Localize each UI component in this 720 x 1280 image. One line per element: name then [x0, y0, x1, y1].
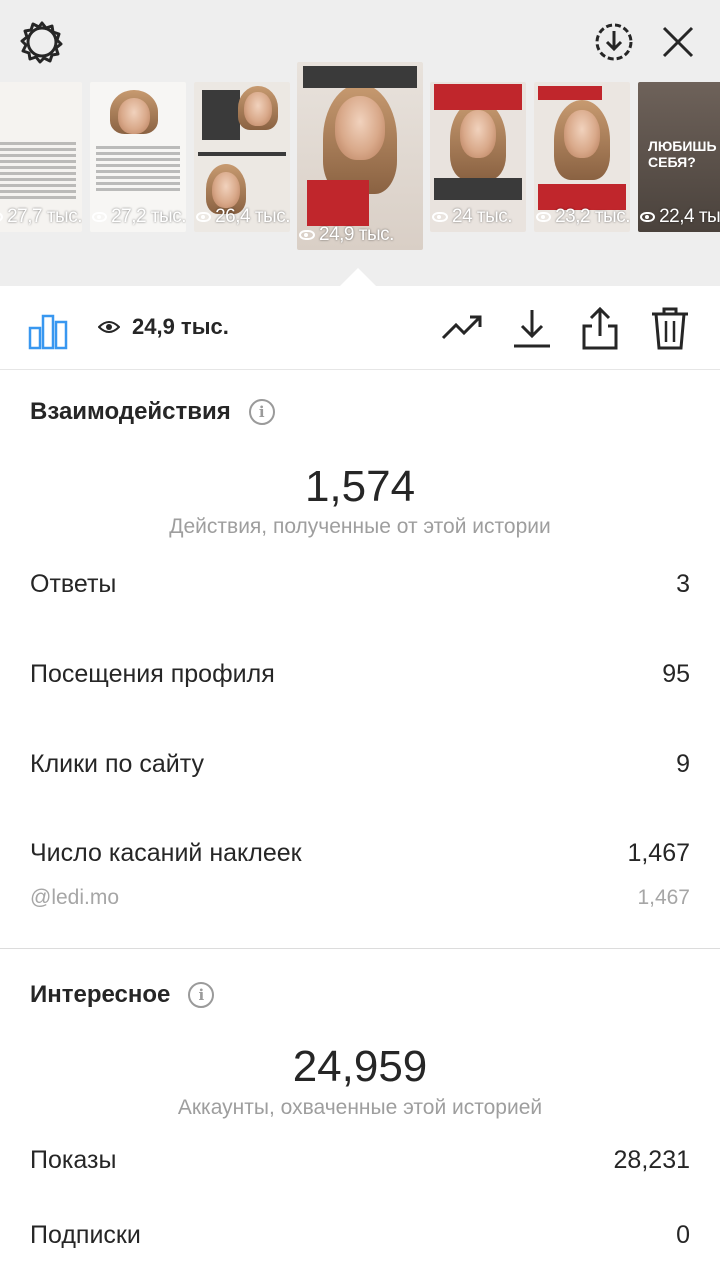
gear-icon[interactable] — [18, 18, 66, 66]
trash-icon[interactable] — [648, 306, 692, 350]
story-views: 24 тыс. — [430, 206, 526, 228]
info-icon[interactable]: i — [248, 399, 275, 425]
interactions-title: Взаимодействия — [30, 398, 231, 425]
discovery-total: 24,959 — [292, 1042, 428, 1091]
story-thumbnail[interactable]: 23,2 тыс. — [534, 82, 630, 232]
story-strip[interactable]: 27,7 тыс. 27,2 тыс. 26,4 тыс. 24,9 тыс. — [0, 62, 720, 262]
story-headline — [538, 86, 602, 100]
story-headline — [303, 66, 417, 88]
story-views-value: 26,4 тыс. — [215, 206, 290, 227]
action-bar: 24,9 тыс. — [0, 286, 720, 370]
views-count: 24,9 тыс. — [132, 314, 229, 339]
story-views: 24,9 тыс. — [297, 224, 423, 246]
stat-row-replies: Ответы 3 — [30, 570, 690, 599]
story-headline — [434, 84, 522, 110]
story-thumbnail[interactable]: 24 тыс. — [430, 82, 526, 232]
stat-label: Показы — [30, 1146, 117, 1174]
stat-value: 0 — [676, 1221, 690, 1249]
story-views: 22,4 тыс. — [638, 206, 720, 228]
discovery-header: Интересное i — [30, 981, 215, 1009]
stat-value: 28,231 — [613, 1146, 690, 1174]
story-thumbnail-selected[interactable]: 24,9 тыс. — [297, 62, 423, 250]
selection-pointer — [340, 268, 376, 286]
eye-icon — [92, 212, 108, 222]
section-divider — [0, 948, 720, 949]
info-icon[interactable]: i — [188, 982, 215, 1008]
stat-label: Посещения профиля — [30, 660, 275, 688]
stat-label: Клики по сайту — [30, 750, 204, 778]
trending-icon[interactable] — [440, 306, 484, 350]
story-views-value: 22,4 тыс. — [659, 206, 720, 227]
story-views: 26,4 тыс. — [194, 206, 290, 228]
eye-icon — [98, 321, 120, 333]
story-caption — [307, 180, 369, 226]
story-thumbnail[interactable]: 27,7 тыс. — [0, 82, 82, 232]
eye-icon — [536, 212, 552, 222]
story-views: 23,2 тыс. — [534, 206, 630, 228]
interactions-total: 1,574 — [304, 462, 416, 511]
interactions-caption: Действия, полученные от этой истории — [169, 515, 551, 538]
story-views-value: 27,7 тыс. — [7, 206, 82, 227]
bar-chart-icon[interactable] — [26, 306, 70, 350]
eye-icon — [640, 212, 656, 222]
stat-label: Ответы — [30, 570, 117, 598]
stat-value: 3 — [676, 570, 690, 598]
stat-row-follows: Подписки 0 — [30, 1221, 690, 1250]
stat-row-sticker-taps: Число касаний наклеек 1,467 — [30, 839, 690, 868]
stat-value: 95 — [662, 660, 690, 688]
story-views-value: 24,9 тыс. — [319, 224, 394, 245]
story-views: 27,2 тыс. — [90, 206, 186, 228]
story-headline: ЛЮБИШЬ СЕБЯ? — [648, 138, 717, 170]
stat-label: Подписки — [30, 1221, 141, 1249]
stat-row-profile-visits: Посещения профиля 95 — [30, 660, 690, 689]
story-views-value: 24 тыс. — [452, 206, 513, 227]
story-thumbnail[interactable]: ЛЮБИШЬСЕБЯ? 22,4 тыс. — [638, 82, 720, 232]
stat-row-website-clicks: Клики по сайту 9 — [30, 750, 690, 779]
stat-value: 9 — [676, 750, 690, 778]
sticker-label: @ledi.mo — [30, 886, 120, 909]
story-views-value: 23,2 тыс. — [555, 206, 630, 227]
story-thumbnail[interactable]: 27,2 тыс. — [90, 82, 186, 232]
discovery-caption: Аккаунты, охваченные этой историей — [177, 1096, 543, 1119]
eye-icon — [299, 230, 315, 240]
eye-icon — [432, 212, 448, 222]
download-circle-icon[interactable] — [590, 18, 638, 66]
discovery-title: Интересное — [30, 981, 171, 1008]
eye-icon — [196, 212, 212, 222]
download-icon[interactable] — [510, 306, 554, 350]
stat-row-impressions: Показы 28,231 — [30, 1146, 690, 1175]
stat-label: Число касаний наклеек — [30, 839, 302, 867]
story-views-value: 27,2 тыс. — [111, 206, 186, 227]
stat-value: 1,467 — [627, 839, 690, 867]
story-thumbnail[interactable]: 26,4 тыс. — [194, 82, 290, 232]
share-icon[interactable] — [578, 306, 622, 350]
interactions-header: Взаимодействия i — [30, 398, 275, 426]
close-icon[interactable] — [654, 18, 702, 66]
stat-row-sticker-mention: @ledi.mo 1,467 — [30, 886, 690, 910]
eye-icon — [0, 212, 4, 222]
sticker-value: 1,467 — [637, 886, 690, 909]
views-summary: 24,9 тыс. — [98, 314, 229, 340]
story-views: 27,7 тыс. — [0, 206, 82, 228]
